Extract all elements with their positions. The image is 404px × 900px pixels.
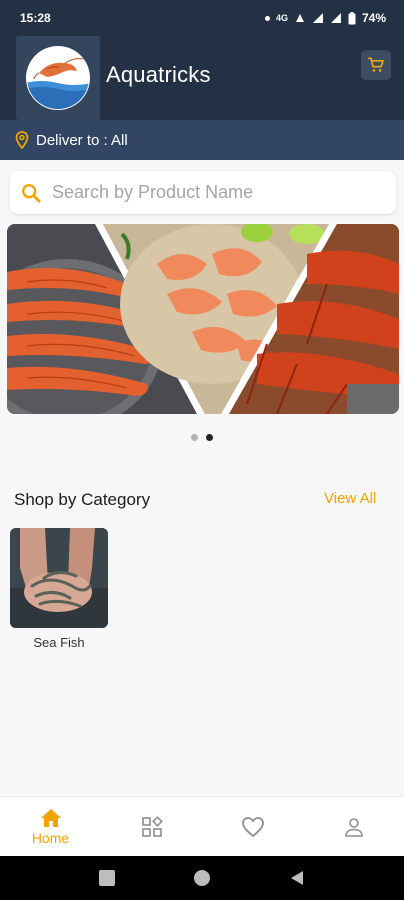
category-card[interactable]: Sea Fish [10, 528, 108, 650]
category-label: Sea Fish [33, 635, 85, 650]
back-icon[interactable] [289, 870, 305, 886]
heart-icon [241, 816, 264, 837]
carousel-dots [0, 434, 404, 441]
categories-icon [141, 815, 163, 837]
shrimp-logo-icon [26, 46, 90, 110]
battery-level: 74% [361, 11, 386, 25]
carousel-dot-2[interactable] [206, 434, 213, 441]
nav-home[interactable]: Home [0, 797, 101, 856]
nav-profile[interactable] [303, 797, 404, 856]
cart-icon [367, 57, 384, 72]
sea-fish-image [10, 528, 108, 628]
section-title: Shop by Category [14, 490, 151, 509]
search-input[interactable] [52, 182, 372, 203]
app-header: Aquatricks [0, 36, 404, 120]
nav-home-label: Home [31, 829, 70, 846]
search-bar[interactable] [10, 171, 396, 214]
recents-icon[interactable] [99, 870, 116, 886]
system-nav-bar [0, 856, 404, 900]
signal-icon [330, 13, 341, 23]
status-icons: 4G 74% [264, 11, 386, 25]
nav-categories[interactable] [101, 797, 202, 856]
location-pin-icon [15, 131, 29, 149]
status-bar: 15:28 4G 74% [0, 0, 404, 36]
nav-wishlist[interactable] [202, 797, 303, 856]
home-circle-icon[interactable] [193, 870, 210, 886]
banner-carousel[interactable] [7, 224, 399, 414]
notification-dot-icon [264, 15, 270, 21]
carousel-dot-1[interactable] [191, 434, 198, 441]
deliver-to-bar[interactable]: Deliver to : All [0, 120, 404, 160]
profile-icon [344, 817, 363, 837]
app-logo [16, 36, 100, 120]
shrimp-banner-image [7, 224, 399, 414]
home-icon [40, 808, 61, 827]
battery-icon [348, 11, 356, 24]
cart-button[interactable] [361, 50, 391, 80]
app-title: Aquatricks [106, 62, 211, 87]
deliver-label: Deliver to : All [36, 131, 128, 149]
search-icon [22, 183, 41, 203]
status-time: 15:28 [20, 11, 51, 25]
view-all-link[interactable]: View All [324, 490, 376, 507]
wifi-icon [312, 13, 323, 23]
network-type: 4G [275, 13, 288, 23]
category-image [10, 528, 108, 628]
bottom-nav: Home [0, 796, 404, 856]
data-icon [295, 14, 304, 22]
